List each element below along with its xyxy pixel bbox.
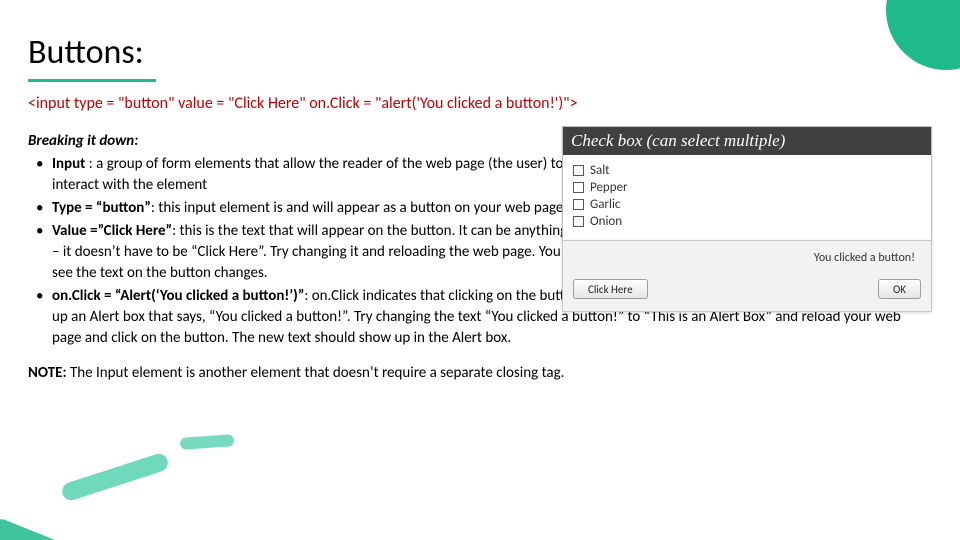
bullet-lead: Input <box>52 155 85 173</box>
bullet-text: : this input element is and will appear … <box>151 199 567 217</box>
bullet-lead: Type = “button” <box>52 199 151 217</box>
bullet-lead: Value =”Click Here” <box>52 222 172 240</box>
bullet-text: : a group of form elements that allow th… <box>52 155 563 194</box>
alert-button-row: Click Here OK <box>573 279 921 299</box>
alert-example-panel: You clicked a button! Click Here OK <box>562 240 932 312</box>
note-lead: NOTE: <box>28 364 67 382</box>
note-text: The Input element is another element tha… <box>67 364 565 382</box>
checkbox-options: Salt Pepper Garlic Onion <box>563 155 931 241</box>
decorative-brush-stroke <box>0 516 79 540</box>
decorative-brush-stroke <box>180 434 235 450</box>
checkbox-icon <box>573 199 584 210</box>
list-item: Input : a group of form elements that al… <box>34 154 574 196</box>
checkbox-label: Garlic <box>590 197 620 212</box>
checkbox-icon <box>573 165 584 176</box>
note-line: NOTE: The Input element is another eleme… <box>28 363 932 384</box>
title-underline <box>28 79 156 82</box>
decorative-brush-stroke <box>60 451 170 502</box>
checkbox-icon <box>573 216 584 227</box>
checkbox-row: Garlic <box>573 197 921 212</box>
checkbox-row: Pepper <box>573 180 921 195</box>
page-title: Buttons: <box>28 32 932 73</box>
checkbox-card-header: Check box (can select multiple) <box>563 127 931 155</box>
bullet-lead: on.Click = “Alert(‘You clicked a button!… <box>52 287 304 305</box>
list-item: Type = “button”: this input element is a… <box>34 198 574 219</box>
list-item: Value =”Click Here”: this is the text th… <box>34 221 574 284</box>
ok-button: OK <box>878 279 921 299</box>
click-here-button: Click Here <box>573 279 648 299</box>
code-example: <input type = "button" value = "Click He… <box>28 94 932 113</box>
checkbox-example-card: Check box (can select multiple) Salt Pep… <box>562 126 932 242</box>
checkbox-icon <box>573 182 584 193</box>
checkbox-row: Onion <box>573 214 921 229</box>
checkbox-label: Salt <box>590 163 610 178</box>
alert-message: You clicked a button! <box>573 251 921 265</box>
slide: Buttons: <input type = "button" value = … <box>0 0 960 540</box>
checkbox-row: Salt <box>573 163 921 178</box>
checkbox-label: Pepper <box>590 180 628 195</box>
checkbox-label: Onion <box>590 214 622 229</box>
